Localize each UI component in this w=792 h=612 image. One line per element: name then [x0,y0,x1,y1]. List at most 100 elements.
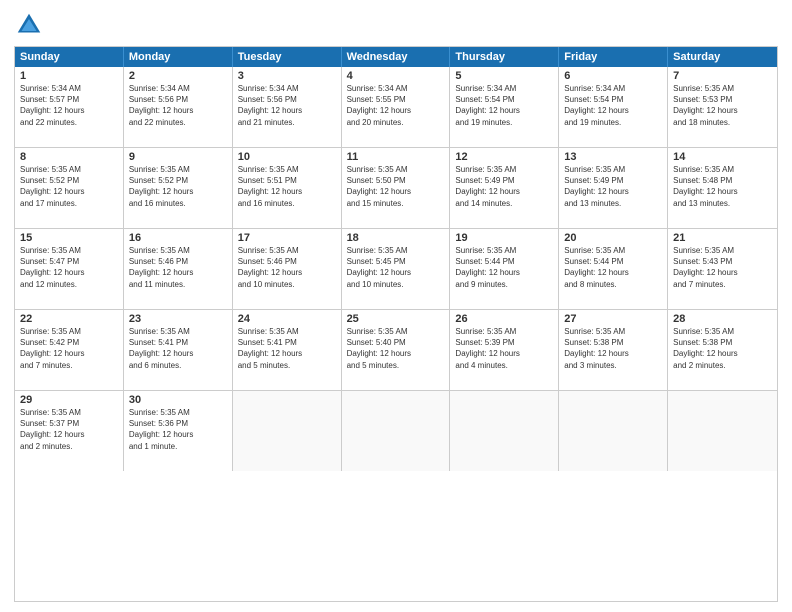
day-info: Sunrise: 5:35 AMSunset: 5:52 PMDaylight:… [20,164,118,209]
calendar-row-1: 1Sunrise: 5:34 AMSunset: 5:57 PMDaylight… [15,67,777,147]
calendar-cell [668,391,777,471]
day-info: Sunrise: 5:35 AMSunset: 5:36 PMDaylight:… [129,407,227,452]
calendar-cell: 11Sunrise: 5:35 AMSunset: 5:50 PMDayligh… [342,148,451,228]
day-info: Sunrise: 5:35 AMSunset: 5:44 PMDaylight:… [455,245,553,290]
calendar-cell: 20Sunrise: 5:35 AMSunset: 5:44 PMDayligh… [559,229,668,309]
logo-icon [14,10,44,40]
calendar-cell [233,391,342,471]
calendar-cell: 10Sunrise: 5:35 AMSunset: 5:51 PMDayligh… [233,148,342,228]
day-info: Sunrise: 5:35 AMSunset: 5:53 PMDaylight:… [673,83,772,128]
day-number: 20 [564,232,662,244]
calendar-cell: 2Sunrise: 5:34 AMSunset: 5:56 PMDaylight… [124,67,233,147]
day-number: 4 [347,70,445,82]
calendar-cell: 8Sunrise: 5:35 AMSunset: 5:52 PMDaylight… [15,148,124,228]
day-info: Sunrise: 5:35 AMSunset: 5:37 PMDaylight:… [20,407,118,452]
day-info: Sunrise: 5:35 AMSunset: 5:41 PMDaylight:… [129,326,227,371]
calendar-cell: 9Sunrise: 5:35 AMSunset: 5:52 PMDaylight… [124,148,233,228]
day-number: 29 [20,394,118,406]
calendar-row-4: 22Sunrise: 5:35 AMSunset: 5:42 PMDayligh… [15,309,777,390]
day-number: 23 [129,313,227,325]
day-number: 6 [564,70,662,82]
day-number: 14 [673,151,772,163]
calendar-cell: 21Sunrise: 5:35 AMSunset: 5:43 PMDayligh… [668,229,777,309]
day-info: Sunrise: 5:35 AMSunset: 5:50 PMDaylight:… [347,164,445,209]
calendar-row-5: 29Sunrise: 5:35 AMSunset: 5:37 PMDayligh… [15,390,777,471]
calendar-cell: 27Sunrise: 5:35 AMSunset: 5:38 PMDayligh… [559,310,668,390]
day-number: 11 [347,151,445,163]
calendar-body: 1Sunrise: 5:34 AMSunset: 5:57 PMDaylight… [15,67,777,471]
calendar-cell: 30Sunrise: 5:35 AMSunset: 5:36 PMDayligh… [124,391,233,471]
calendar-cell: 12Sunrise: 5:35 AMSunset: 5:49 PMDayligh… [450,148,559,228]
calendar-cell: 28Sunrise: 5:35 AMSunset: 5:38 PMDayligh… [668,310,777,390]
calendar-cell: 18Sunrise: 5:35 AMSunset: 5:45 PMDayligh… [342,229,451,309]
day-info: Sunrise: 5:35 AMSunset: 5:51 PMDaylight:… [238,164,336,209]
day-info: Sunrise: 5:35 AMSunset: 5:45 PMDaylight:… [347,245,445,290]
day-info: Sunrise: 5:35 AMSunset: 5:42 PMDaylight:… [20,326,118,371]
calendar-cell: 16Sunrise: 5:35 AMSunset: 5:46 PMDayligh… [124,229,233,309]
day-number: 26 [455,313,553,325]
day-number: 16 [129,232,227,244]
calendar-cell: 15Sunrise: 5:35 AMSunset: 5:47 PMDayligh… [15,229,124,309]
calendar-cell: 4Sunrise: 5:34 AMSunset: 5:55 PMDaylight… [342,67,451,147]
day-number: 18 [347,232,445,244]
day-info: Sunrise: 5:35 AMSunset: 5:38 PMDaylight:… [564,326,662,371]
calendar-cell [450,391,559,471]
page: SundayMondayTuesdayWednesdayThursdayFrid… [0,0,792,612]
day-number: 17 [238,232,336,244]
day-info: Sunrise: 5:35 AMSunset: 5:38 PMDaylight:… [673,326,772,371]
calendar-cell: 3Sunrise: 5:34 AMSunset: 5:56 PMDaylight… [233,67,342,147]
calendar-cell: 1Sunrise: 5:34 AMSunset: 5:57 PMDaylight… [15,67,124,147]
day-info: Sunrise: 5:35 AMSunset: 5:52 PMDaylight:… [129,164,227,209]
day-info: Sunrise: 5:35 AMSunset: 5:46 PMDaylight:… [129,245,227,290]
calendar-cell: 5Sunrise: 5:34 AMSunset: 5:54 PMDaylight… [450,67,559,147]
day-number: 2 [129,70,227,82]
day-info: Sunrise: 5:34 AMSunset: 5:57 PMDaylight:… [20,83,118,128]
day-info: Sunrise: 5:34 AMSunset: 5:54 PMDaylight:… [455,83,553,128]
day-number: 21 [673,232,772,244]
day-number: 22 [20,313,118,325]
calendar-cell: 25Sunrise: 5:35 AMSunset: 5:40 PMDayligh… [342,310,451,390]
header-cell-friday: Friday [559,47,668,67]
calendar-cell: 6Sunrise: 5:34 AMSunset: 5:54 PMDaylight… [559,67,668,147]
day-info: Sunrise: 5:35 AMSunset: 5:39 PMDaylight:… [455,326,553,371]
day-info: Sunrise: 5:34 AMSunset: 5:54 PMDaylight:… [564,83,662,128]
header-cell-saturday: Saturday [668,47,777,67]
day-number: 8 [20,151,118,163]
calendar-cell: 17Sunrise: 5:35 AMSunset: 5:46 PMDayligh… [233,229,342,309]
calendar-cell: 26Sunrise: 5:35 AMSunset: 5:39 PMDayligh… [450,310,559,390]
calendar-cell: 24Sunrise: 5:35 AMSunset: 5:41 PMDayligh… [233,310,342,390]
calendar-cell: 23Sunrise: 5:35 AMSunset: 5:41 PMDayligh… [124,310,233,390]
calendar-cell [342,391,451,471]
day-number: 13 [564,151,662,163]
day-info: Sunrise: 5:35 AMSunset: 5:44 PMDaylight:… [564,245,662,290]
day-number: 27 [564,313,662,325]
calendar-row-2: 8Sunrise: 5:35 AMSunset: 5:52 PMDaylight… [15,147,777,228]
calendar-cell: 29Sunrise: 5:35 AMSunset: 5:37 PMDayligh… [15,391,124,471]
calendar-row-3: 15Sunrise: 5:35 AMSunset: 5:47 PMDayligh… [15,228,777,309]
day-info: Sunrise: 5:34 AMSunset: 5:55 PMDaylight:… [347,83,445,128]
day-info: Sunrise: 5:35 AMSunset: 5:47 PMDaylight:… [20,245,118,290]
logo [14,10,50,40]
header-cell-wednesday: Wednesday [342,47,451,67]
day-info: Sunrise: 5:35 AMSunset: 5:46 PMDaylight:… [238,245,336,290]
day-number: 24 [238,313,336,325]
day-number: 9 [129,151,227,163]
day-number: 5 [455,70,553,82]
calendar-cell: 19Sunrise: 5:35 AMSunset: 5:44 PMDayligh… [450,229,559,309]
calendar-cell [559,391,668,471]
day-number: 15 [20,232,118,244]
day-info: Sunrise: 5:34 AMSunset: 5:56 PMDaylight:… [238,83,336,128]
header-cell-thursday: Thursday [450,47,559,67]
day-number: 7 [673,70,772,82]
day-info: Sunrise: 5:35 AMSunset: 5:40 PMDaylight:… [347,326,445,371]
day-number: 19 [455,232,553,244]
day-info: Sunrise: 5:34 AMSunset: 5:56 PMDaylight:… [129,83,227,128]
calendar: SundayMondayTuesdayWednesdayThursdayFrid… [14,46,778,602]
day-info: Sunrise: 5:35 AMSunset: 5:48 PMDaylight:… [673,164,772,209]
day-number: 3 [238,70,336,82]
calendar-cell: 22Sunrise: 5:35 AMSunset: 5:42 PMDayligh… [15,310,124,390]
header-cell-monday: Monday [124,47,233,67]
day-info: Sunrise: 5:35 AMSunset: 5:49 PMDaylight:… [564,164,662,209]
day-info: Sunrise: 5:35 AMSunset: 5:41 PMDaylight:… [238,326,336,371]
day-info: Sunrise: 5:35 AMSunset: 5:49 PMDaylight:… [455,164,553,209]
